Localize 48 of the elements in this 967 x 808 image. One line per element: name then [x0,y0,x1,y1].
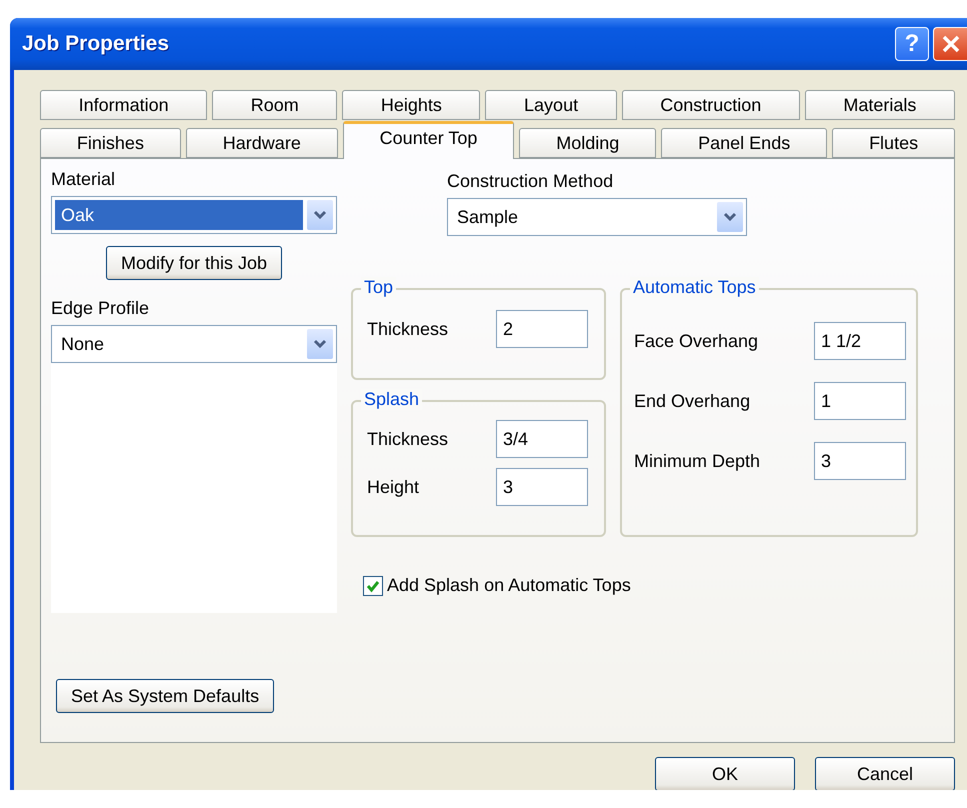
field-label: Minimum Depth [634,450,762,472]
tab[interactable]: Finishes [40,128,181,158]
input-field[interactable]: 3 [496,468,588,506]
defaults-button[interactable]: Set As System Defaults [56,679,274,713]
tab[interactable]: Molding [519,128,656,158]
field-label: Construction Method [447,171,614,192]
field-label: Face Overhang [634,330,760,352]
dropdown-button[interactable] [307,329,333,359]
dropdown-value: Oak [55,200,303,230]
modify-button[interactable]: Modify for this Job [106,246,282,280]
tab[interactable]: Counter Top [342,121,514,159]
field-label: Edge Profile [51,298,150,319]
tab[interactable]: Panel Ends [661,128,828,158]
tab[interactable]: Information [40,90,208,120]
field-label: Thickness [367,318,450,340]
checkbox-label: Add Splash on Automatic Tops [387,575,631,596]
tab[interactable]: Construction [622,90,800,120]
group-title: Automatic Tops [630,277,759,298]
field-label: Thickness [367,428,450,450]
tab[interactable]: Room [212,90,338,120]
dropdown-field[interactable]: None [51,325,337,363]
input-field[interactable]: 2 [496,310,588,348]
dropdown-field[interactable]: Oak [51,196,337,234]
field-label: Height [367,476,420,498]
window-title: Job Properties [22,32,170,56]
close-icon [940,34,960,54]
dropdown-button[interactable] [717,202,743,232]
dropdown-value: Sample [456,206,520,229]
tab[interactable]: Layout [485,90,617,120]
tab[interactable]: Flutes [832,128,956,158]
input-field[interactable]: 1 [814,382,906,420]
input-field[interactable]: 1 1/2 [814,322,906,360]
dialog-button[interactable]: OK [655,757,795,790]
checkmark-icon [366,578,380,592]
dropdown-field[interactable]: Sample [447,198,747,236]
input-field[interactable]: 3/4 [496,420,588,458]
dropdown-value: None [60,332,106,356]
tab[interactable]: Materials [804,90,955,120]
input-field[interactable]: 3 [814,442,906,480]
field-label: Material [51,169,116,190]
tab[interactable]: Heights [342,90,480,120]
tab[interactable]: Hardware [186,128,338,158]
checkbox[interactable] [363,576,383,596]
group-title: Splash [361,389,422,410]
dropdown-button[interactable] [307,200,333,230]
field-label: End Overhang [634,390,752,412]
close-button[interactable] [933,27,967,61]
dialog-button[interactable]: Cancel [815,757,955,790]
